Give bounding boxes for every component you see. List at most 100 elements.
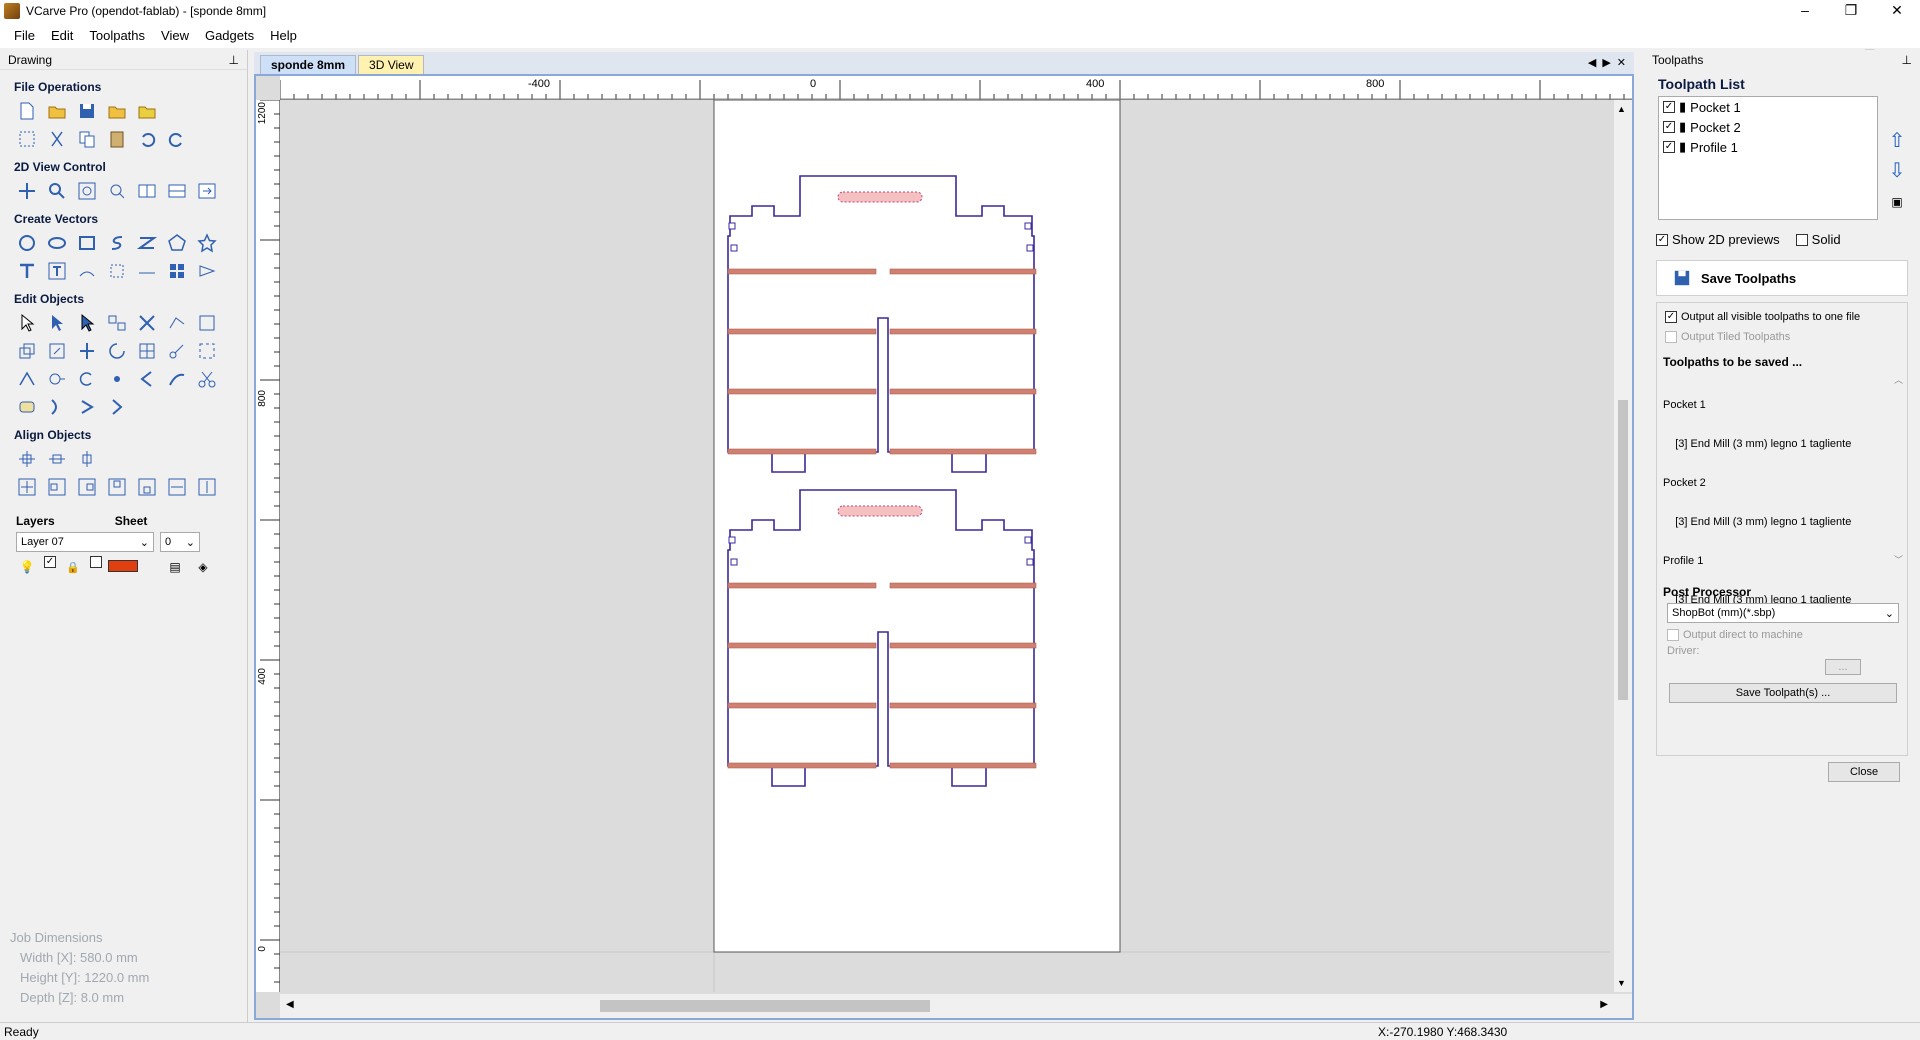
zoom-selected-icon[interactable] — [106, 180, 128, 202]
lock-icon[interactable]: 🔒 — [62, 556, 84, 578]
smooth-icon[interactable] — [106, 368, 128, 390]
scissors-icon[interactable] — [196, 368, 218, 390]
arc-icon[interactable] — [136, 368, 158, 390]
array-icon[interactable] — [166, 260, 188, 282]
job-setup-icon[interactable] — [16, 128, 38, 150]
move-icon[interactable] — [46, 340, 68, 362]
layer-manager-icon[interactable]: ▤ — [164, 556, 186, 578]
dimension-icon[interactable] — [106, 260, 128, 282]
scroll-right-icon[interactable]: ▶ — [1600, 999, 1608, 1010]
zoom-extents-icon[interactable] — [76, 180, 98, 202]
cut-icon[interactable] — [46, 128, 68, 150]
horizontal-scroll-thumb[interactable] — [600, 1000, 930, 1012]
distort-icon[interactable] — [136, 340, 158, 362]
ungroup-icon[interactable] — [136, 312, 158, 334]
circle-icon[interactable] — [16, 232, 38, 254]
node-edit-icon[interactable] — [46, 312, 68, 334]
polyline-icon[interactable] — [106, 232, 128, 254]
toolpath-item[interactable]: ✓ ▮ Pocket 2 — [1659, 117, 1877, 137]
trim-icon[interactable] — [166, 340, 188, 362]
undo-icon[interactable] — [136, 128, 158, 150]
auto-layout-text-icon[interactable] — [136, 260, 158, 282]
nest-icon[interactable] — [16, 396, 38, 418]
align-top-icon[interactable] — [106, 476, 128, 498]
offset-icon[interactable] — [16, 340, 38, 362]
close-window-button[interactable]: ✕ — [1874, 0, 1920, 22]
curve-fit-icon[interactable] — [166, 368, 188, 390]
toolpath-manager-icon[interactable]: ▣ — [1886, 190, 1908, 214]
extend-icon[interactable] — [16, 368, 38, 390]
pin-icon[interactable]: ⊥ — [229, 53, 239, 67]
split-view-icon[interactable] — [136, 180, 158, 202]
group-icon[interactable] — [106, 312, 128, 334]
dogbone-icon[interactable] — [76, 396, 98, 418]
align-left-icon[interactable] — [46, 476, 68, 498]
import-file-icon[interactable] — [106, 100, 128, 122]
star-icon[interactable] — [196, 232, 218, 254]
corner-icon[interactable] — [46, 396, 68, 418]
drawing-area[interactable] — [280, 100, 1610, 992]
maximize-button[interactable]: ❐ — [1828, 0, 1874, 22]
horizontal-scrollbar[interactable]: ◀ ▶ — [280, 994, 1632, 1018]
tab-3d-view[interactable]: 3D View — [358, 55, 425, 74]
mirror-icon[interactable] — [76, 340, 98, 362]
layer-color-swatch[interactable] — [108, 560, 138, 572]
curve-icon[interactable] — [136, 232, 158, 254]
layer-lock-checkbox[interactable] — [90, 556, 102, 568]
polygon-icon[interactable] — [166, 232, 188, 254]
redo-icon[interactable] — [166, 128, 188, 150]
tab-prev-icon[interactable]: ◀ — [1588, 56, 1596, 69]
tab-sponde[interactable]: sponde 8mm — [260, 55, 357, 74]
align-h-center-icon[interactable] — [46, 448, 68, 470]
menu-view[interactable]: View — [153, 28, 197, 43]
align-v-center-icon[interactable] — [76, 448, 98, 470]
scroll-up-icon[interactable]: ▲ — [1617, 104, 1626, 114]
pan-icon[interactable] — [16, 180, 38, 202]
vertical-scroll-thumb[interactable] — [1618, 400, 1628, 700]
toolpath-visible-checkbox[interactable]: ✓ — [1663, 141, 1675, 153]
text-on-curve-icon[interactable] — [76, 260, 98, 282]
close-vector-icon[interactable] — [76, 368, 98, 390]
rectangle-icon[interactable] — [76, 232, 98, 254]
toolpath-visible-checkbox[interactable]: ✓ — [1663, 121, 1675, 133]
output-tiled-checkbox[interactable] — [1665, 331, 1677, 343]
vertical-scrollbar[interactable]: ▲ ▼ — [1614, 100, 1632, 992]
align-bottom-icon[interactable] — [136, 476, 158, 498]
layer-select[interactable]: Layer 07 ⌄ — [16, 532, 154, 552]
tee-icon[interactable] — [106, 396, 128, 418]
menu-gadgets[interactable]: Gadgets — [197, 28, 262, 43]
ellipse-icon[interactable] — [46, 232, 68, 254]
interactive-select-icon[interactable] — [76, 312, 98, 334]
space-horizontal-icon[interactable] — [166, 476, 188, 498]
copy-icon[interactable] — [76, 128, 98, 150]
paste-icon[interactable] — [106, 128, 128, 150]
output-direct-checkbox[interactable] — [1667, 629, 1679, 641]
scroll-left-icon[interactable]: ◀ — [286, 999, 294, 1010]
post-processor-select[interactable]: ShopBot (mm)(*.sbp) ⌄ — [1667, 603, 1899, 623]
text-icon[interactable] — [16, 260, 38, 282]
menu-help[interactable]: Help — [262, 28, 305, 43]
toolpath-visible-checkbox[interactable]: ✓ — [1663, 101, 1675, 113]
layer-visible-checkbox[interactable]: ✓ — [44, 556, 56, 568]
menu-edit[interactable]: Edit — [43, 28, 81, 43]
center-in-material-icon[interactable] — [16, 476, 38, 498]
tile-view-icon[interactable] — [166, 180, 188, 202]
scroll-down-icon[interactable]: ▼ — [1617, 978, 1626, 988]
close-button[interactable]: Close — [1828, 762, 1900, 782]
import-view-icon[interactable] — [196, 180, 218, 202]
show-previews-checkbox[interactable]: ✓ — [1656, 233, 1668, 246]
draw-tool-icon[interactable] — [196, 260, 218, 282]
space-vertical-icon[interactable] — [196, 476, 218, 498]
pin-icon[interactable]: ⊥ — [1902, 53, 1912, 67]
bulb-icon[interactable]: 💡 — [16, 556, 38, 578]
import-bitmap-icon[interactable] — [136, 100, 158, 122]
list-scroll-down-icon[interactable]: ﹀ — [1894, 553, 1903, 566]
output-all-checkbox[interactable]: ✓ — [1665, 311, 1677, 323]
menu-file[interactable]: File — [6, 28, 43, 43]
sheet-select[interactable]: 0 ⌄ — [160, 532, 200, 552]
toolpath-item[interactable]: ✓ ▮ Profile 1 — [1659, 137, 1877, 157]
weld-icon[interactable] — [166, 312, 188, 334]
new-file-icon[interactable] — [16, 100, 38, 122]
drawing-canvas[interactable]: -400 0 400 800 1200 800 400 0 ▲ ▼ ◀ ▶ — [256, 76, 1632, 1018]
align-center-icon[interactable] — [16, 448, 38, 470]
